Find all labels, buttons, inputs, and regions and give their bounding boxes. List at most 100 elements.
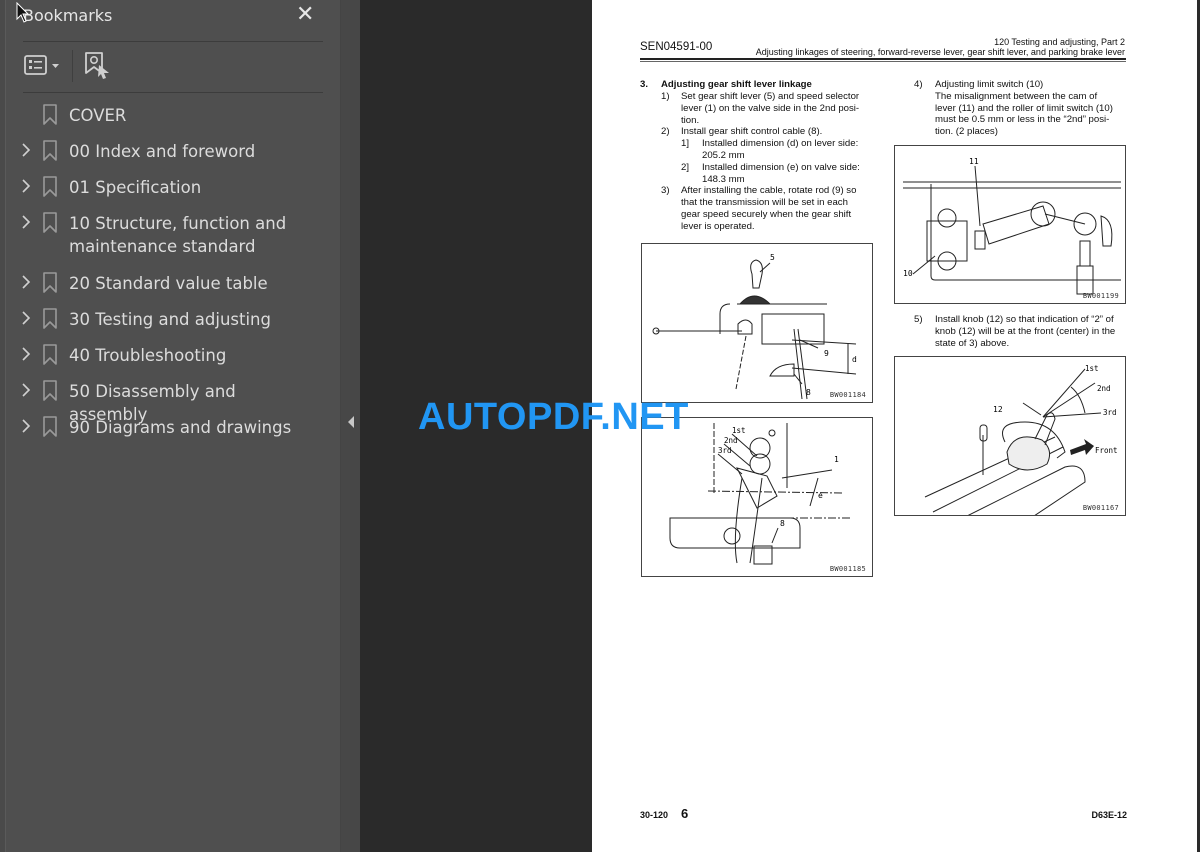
- page-reference: 30-120: [640, 810, 669, 820]
- bookmark-label: 20 Standard value table: [69, 274, 268, 293]
- callout-e: e: [818, 491, 823, 500]
- bookmark-item[interactable]: 00 Index and foreword: [0, 134, 340, 164]
- step-text-line: lever (11) and the roller of limit switc…: [935, 102, 1113, 114]
- add-bookmark-icon: [85, 52, 109, 79]
- step-text-line: After installing the cable, rotate rod (…: [681, 185, 857, 197]
- knob-drawing: 1st 2nd 3rd 12 Front: [924, 364, 1118, 515]
- step-text-line: 148.3 mm: [702, 173, 745, 185]
- bookmarks-panel: Bookmarks ✕ COVER 00 Index and foreword 01…: [0, 0, 341, 852]
- step-number: 5): [914, 314, 923, 325]
- step-text-line: knob (12) will be at the front (center) …: [935, 325, 1116, 337]
- bookmark-item[interactable]: 90 Diagrams and drawings: [0, 410, 340, 440]
- heading-number: 3.: [640, 79, 649, 90]
- panel-collapse-strip: [341, 0, 360, 852]
- bookmark-icon: [43, 344, 57, 365]
- bookmark-item[interactable]: 20 Standard value table: [0, 266, 340, 296]
- bookmark-label: 40 Troubleshooting: [69, 346, 227, 365]
- step-text-line: that the transmission will be set in eac…: [681, 197, 848, 209]
- expand-chevron-icon[interactable]: [20, 272, 32, 292]
- expand-chevron-icon[interactable]: [20, 176, 32, 196]
- step-text-line: state of 3) above.: [935, 337, 1010, 349]
- callout-front: Front: [1095, 446, 1118, 455]
- watermark-text: AUTOPDF.NET: [418, 396, 689, 438]
- bookmark-item[interactable]: 50 Disassembly and assembly: [0, 374, 340, 424]
- bookmark-item[interactable]: 40 Troubleshooting: [0, 338, 340, 368]
- step-text-line: The misalignment between the cam of: [935, 90, 1098, 102]
- model-code: D63E-12: [1091, 810, 1127, 820]
- bookmark-icon: [43, 416, 57, 437]
- expand-chevron-icon[interactable]: [20, 344, 32, 364]
- collapse-panel-button[interactable]: [345, 414, 357, 430]
- figure-knob: 1st 2nd 3rd 12 Front BW001167: [894, 356, 1126, 516]
- callout-11: 11: [969, 157, 979, 166]
- limit-switch-drawing: 11 10: [903, 157, 1121, 295]
- callout-8: 8: [806, 388, 811, 397]
- step-text-line: 205.2 mm: [702, 150, 745, 161]
- bookmark-item[interactable]: COVER: [0, 98, 340, 128]
- figure-speed-selector: 1st 2nd 3rd 1 e 8 BW001185: [641, 417, 873, 577]
- expand-chevron-icon[interactable]: [20, 416, 32, 436]
- step-text-line: lever (1) on the valve side in the 2nd p…: [681, 102, 860, 114]
- bookmark-icon: [43, 308, 57, 329]
- figure-gear-shift-lever: 5 9 d 8 BW001184: [641, 243, 873, 403]
- step-text-line: Install gear shift control cable (8).: [681, 126, 823, 138]
- callout-12: 12: [993, 405, 1003, 414]
- bookmark-label: 30 Testing and adjusting: [69, 310, 271, 329]
- bookmark-label: 10 Structure, function and maintenance s…: [69, 214, 287, 256]
- callout-1: 1: [834, 455, 839, 464]
- step-number: 1): [661, 91, 670, 102]
- expand-chevron-icon[interactable]: [20, 212, 32, 232]
- callout-9: 9: [824, 349, 829, 358]
- callout-1st: 1st: [732, 426, 746, 435]
- header-rule: [640, 61, 1126, 62]
- figure-limit-switch: 11 10 BW001199: [894, 145, 1126, 304]
- divider: [23, 92, 323, 93]
- page-number: 6: [681, 806, 689, 821]
- bookmark-icon: [43, 380, 57, 401]
- expand-chevron-icon[interactable]: [20, 380, 32, 400]
- step-text-line: tion. (2 places): [935, 126, 998, 138]
- bookmark-label: COVER: [69, 106, 127, 125]
- bookmark-options-button[interactable]: [24, 53, 64, 79]
- bookmark-item[interactable]: 30 Testing and adjusting: [0, 302, 340, 332]
- bookmark-label: 01 Specification: [69, 178, 202, 197]
- callout-10: 10: [903, 269, 913, 278]
- callout-2nd: 2nd: [724, 436, 738, 445]
- bookmark-icon: [43, 176, 57, 197]
- close-panel-button[interactable]: ✕: [296, 4, 314, 26]
- bookmark-icon: [43, 140, 57, 161]
- step-number: 3): [661, 185, 670, 197]
- section-title: 120 Testing and adjusting, Part 2: [994, 37, 1125, 47]
- bookmark-icon: [43, 272, 57, 293]
- mouse-cursor-icon: [16, 2, 30, 23]
- callout-1st: 1st: [1085, 364, 1099, 373]
- callout-2nd: 2nd: [1097, 384, 1111, 393]
- doc-id: SEN04591-00: [640, 41, 713, 53]
- bookmark-label: 00 Index and foreword: [69, 142, 256, 161]
- bookmark-item[interactable]: 01 Specification: [0, 170, 340, 200]
- panel-title: Bookmarks: [23, 6, 113, 25]
- front-arrow-icon: [1070, 439, 1094, 455]
- header-rule: [640, 58, 1126, 60]
- expand-chevron-icon[interactable]: [20, 140, 32, 160]
- step-number: 4): [914, 79, 923, 90]
- step-text-line: tion.: [681, 114, 700, 126]
- callout-d: d: [852, 355, 857, 364]
- divider: [23, 41, 323, 42]
- gear-shift-lever-drawing: 5 9 d 8: [652, 253, 857, 400]
- speed-selector-drawing: 1st 2nd 3rd 1 e 8: [669, 423, 852, 565]
- bookmark-item[interactable]: 10 Structure, function and maintenance s…: [0, 206, 340, 262]
- step-text-line: must be 0.5 mm or less in the “2nd” posi…: [935, 114, 1110, 126]
- bookmark-icon: [43, 212, 57, 233]
- step-text-line: Installed dimension (e) on valve side:: [702, 161, 860, 173]
- section-heading: Adjusting gear shift lever linkage: [661, 79, 812, 90]
- figure-code: BW001185: [829, 565, 866, 573]
- list-options-icon: [24, 55, 59, 75]
- add-bookmark-button[interactable]: [84, 51, 112, 81]
- expand-chevron-icon[interactable]: [20, 308, 32, 328]
- section-subtitle: Adjusting linkages of steering, forward-…: [755, 47, 1125, 57]
- collapse-left-icon: [348, 416, 354, 428]
- step-text-line: gear speed securely when the gear shift: [681, 209, 852, 220]
- callout-3rd: 3rd: [718, 446, 732, 455]
- figure-code: BW001184: [829, 391, 866, 399]
